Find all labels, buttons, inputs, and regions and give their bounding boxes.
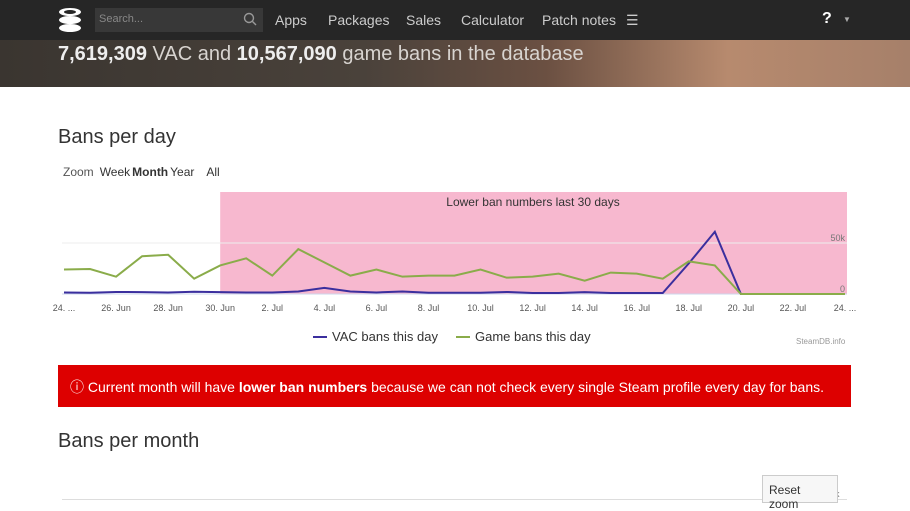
plot-band-label: Lower ban numbers last 30 days [446,195,619,209]
steamdb-logo-icon[interactable] [57,7,83,33]
zoom-year[interactable]: Year [169,165,195,179]
zoom-selector: Zoom Week Month Year All [62,165,221,179]
alert-banner: ⓘ Current month will have lower ban numb… [58,365,851,407]
alert-text-bold: lower ban numbers [239,379,367,395]
hero-banner: 7,619,309 VAC and 10,567,090 game bans i… [0,40,910,87]
top-nav: Search... Apps Packages Sales Calculator… [0,0,910,40]
x-tick-label: 28. Jun [153,303,183,313]
hamburger-icon[interactable]: ☰ [626,12,639,29]
x-tick-label: 14. Jul [571,303,598,313]
x-tick-label: 10. Jul [467,303,494,313]
nav-sales[interactable]: Sales [406,12,441,28]
legend-game[interactable]: Game bans this day [456,329,591,344]
search-input[interactable]: Search... [95,8,263,32]
game-count: 10,567,090 [237,43,337,65]
nav-packages[interactable]: Packages [328,12,389,28]
alert-circle-icon: ⓘ [70,379,88,395]
ban-totals: 7,619,309 VAC and 10,567,090 game bans i… [58,43,584,66]
search-placeholder: Search... [99,13,143,25]
x-tick-label: 8. Jul [418,303,440,313]
nav-patch-notes[interactable]: Patch notes [542,12,616,28]
legend-game-label: Game bans this day [475,329,591,344]
x-tick-label: 6. Jul [366,303,388,313]
chart-credit[interactable]: SteamDB.info [796,337,845,346]
zoom-week[interactable]: Week [99,165,131,179]
x-tick-label: 2. Jul [262,303,284,313]
zoom-label: Zoom [62,165,95,179]
legend-vac-label: VAC bans this day [332,329,438,344]
nav-apps[interactable]: Apps [275,12,307,28]
zoom-month[interactable]: Month [131,165,169,179]
chevron-down-icon[interactable]: ▼ [843,15,851,24]
legend-vac[interactable]: VAC bans this day [313,329,438,344]
alert-text-post: because we can not check every single St… [367,379,824,395]
x-tick-label: 24. ... [834,303,857,313]
x-tick-label: 20. Jul [728,303,755,313]
nav-calculator[interactable]: Calculator [461,12,524,28]
game-text: game bans in the database [337,43,584,65]
x-tick-label: 30. Jun [205,303,235,313]
search-icon[interactable] [243,12,257,26]
legend-game-swatch [456,336,470,338]
month-chart-gridline [62,499,847,500]
x-tick-label: 24. ... [53,303,76,313]
vac-text: VAC and [147,43,237,65]
legend-vac-swatch [313,336,327,338]
help-button[interactable]: ? [822,10,832,28]
x-tick-label: 4. Jul [314,303,336,313]
alert-text-pre: Current month will have [88,379,239,395]
x-tick-label: 16. Jul [623,303,650,313]
bans-per-day-chart: Lower ban numbers last 30 days 0 50k 24. ..… [0,185,910,320]
zoom-all[interactable]: All [205,165,220,179]
x-tick-label: 18. Jul [676,303,703,313]
reset-zoom-button[interactable]: Reset zoom [762,475,838,503]
x-tick-label: 26. Jun [101,303,131,313]
vac-count: 7,619,309 [58,43,147,65]
x-tick-label: 22. Jul [780,303,807,313]
y-tick-label: 50k [830,233,845,243]
y-tick-label: 0 [840,284,845,294]
x-tick-label: 12. Jul [519,303,546,313]
bans-per-month-title: Bans per month [58,430,199,453]
bans-per-day-title: Bans per day [58,126,176,149]
